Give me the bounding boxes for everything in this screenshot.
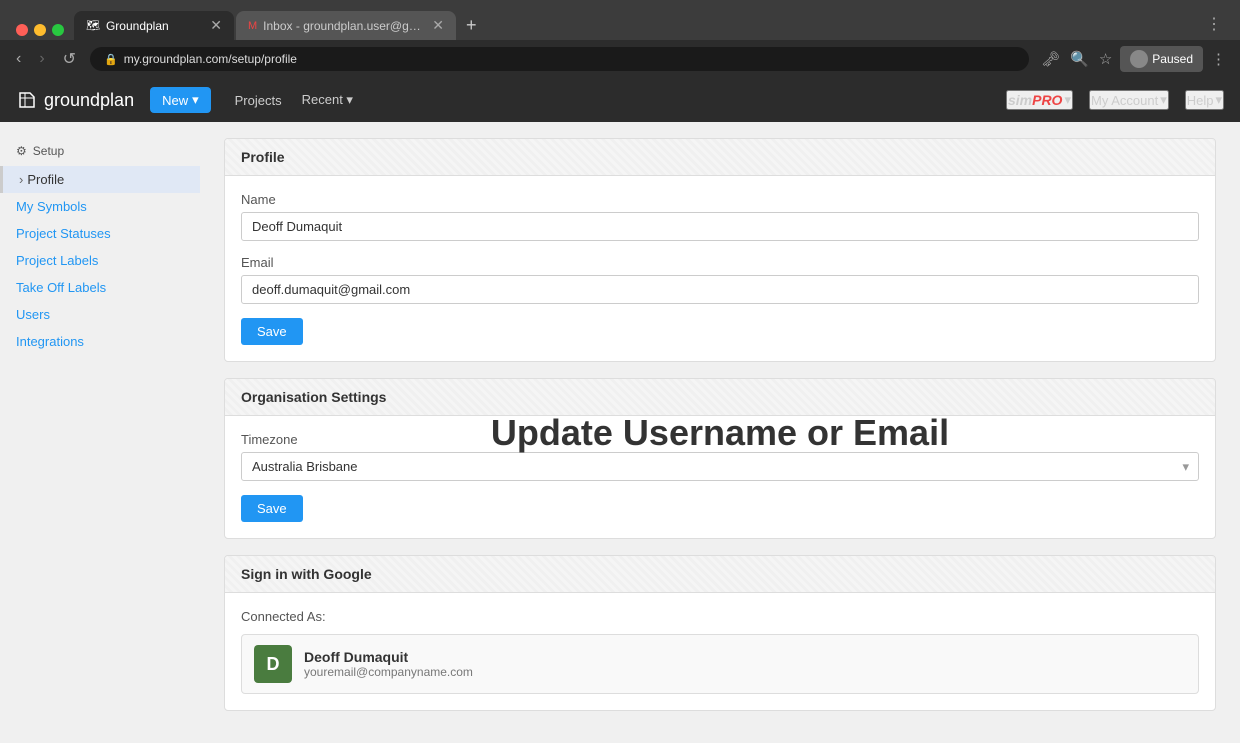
user-avatar-small bbox=[1130, 50, 1148, 68]
my-account-button[interactable]: My Account ▾ bbox=[1089, 90, 1169, 110]
sidebar-item-my-symbols[interactable]: My Symbols bbox=[0, 193, 200, 220]
name-input[interactable] bbox=[241, 212, 1199, 241]
help-label: Help bbox=[1187, 93, 1214, 108]
sidebar-item-label-my-symbols: My Symbols bbox=[16, 199, 87, 214]
tab-close-gmail[interactable]: ✕ bbox=[432, 17, 444, 34]
sidebar-item-label-project-labels: Project Labels bbox=[16, 253, 98, 268]
header-nav: Projects Recent ▾ bbox=[227, 87, 361, 113]
paused-label: Paused bbox=[1152, 52, 1193, 66]
google-card-header: Sign in with Google bbox=[225, 556, 1215, 593]
app-header: groundplan New ▾ Projects Recent ▾ simPR… bbox=[0, 78, 1240, 122]
org-card: Organisation Settings Timezone Australia… bbox=[224, 378, 1216, 539]
tab-close-groundplan[interactable]: ✕ bbox=[210, 17, 222, 34]
new-button-label: New bbox=[162, 93, 188, 108]
app-logo: groundplan bbox=[16, 89, 134, 111]
page-body: ⚙ Setup Profile My Symbols Project Statu… bbox=[0, 122, 1240, 743]
lock-icon: 🔒 bbox=[104, 53, 118, 66]
projects-nav-btn[interactable]: Projects bbox=[227, 87, 290, 113]
logo-icon bbox=[16, 89, 38, 111]
name-label: Name bbox=[241, 192, 1199, 207]
main-content: Update Username or Email Profile Name Em… bbox=[200, 122, 1240, 743]
simpro-chevron-icon: ▾ bbox=[1064, 92, 1071, 108]
help-chevron-icon: ▾ bbox=[1215, 92, 1222, 108]
sidebar-item-users[interactable]: Users bbox=[0, 301, 200, 328]
tab-gmail[interactable]: M Inbox - groundplan.user@gmai... ✕ bbox=[236, 11, 456, 40]
sidebar-item-label-integrations: Integrations bbox=[16, 334, 84, 349]
new-tab-button[interactable]: + bbox=[458, 11, 485, 40]
key-icon[interactable]: 🗝 bbox=[1039, 48, 1062, 70]
sidebar-section-label: Setup bbox=[33, 144, 64, 158]
my-account-chevron-icon: ▾ bbox=[1160, 92, 1167, 108]
address-text: my.groundplan.com/setup/profile bbox=[124, 52, 297, 66]
new-button[interactable]: New ▾ bbox=[150, 87, 211, 113]
address-bar: ‹ › ↺ 🔒 my.groundplan.com/setup/profile … bbox=[0, 40, 1240, 78]
my-account-label: My Account bbox=[1091, 93, 1158, 108]
profile-card: Profile Name Email Save bbox=[224, 138, 1216, 362]
tab-favicon-gmail: M bbox=[248, 20, 257, 32]
star-icon[interactable]: ☆ bbox=[1097, 48, 1114, 70]
window-maximize-btn[interactable] bbox=[52, 24, 64, 36]
recent-nav-btn[interactable]: Recent ▾ bbox=[294, 87, 361, 113]
refresh-button[interactable]: ↺ bbox=[59, 47, 80, 71]
google-user-name: Deoff Dumaquit bbox=[304, 649, 473, 665]
org-card-body: Timezone Australia Brisbane Australia Sy… bbox=[225, 416, 1215, 538]
profile-card-header: Profile bbox=[225, 139, 1215, 176]
browser-window: 🗺 Groundplan ✕ M Inbox - groundplan.user… bbox=[0, 0, 1240, 743]
address-input[interactable]: 🔒 my.groundplan.com/setup/profile bbox=[90, 47, 1029, 71]
sidebar-item-project-labels[interactable]: Project Labels bbox=[0, 247, 200, 274]
sidebar-item-label-project-statuses: Project Statuses bbox=[16, 226, 111, 241]
sidebar-item-project-statuses[interactable]: Project Statuses bbox=[0, 220, 200, 247]
browser-menu-icon: ⋮ bbox=[1196, 8, 1232, 40]
window-close-btn[interactable] bbox=[16, 24, 28, 36]
name-form-group: Name bbox=[241, 192, 1199, 241]
google-user-info: Deoff Dumaquit youremail@companyname.com bbox=[304, 649, 473, 679]
email-form-group: Email bbox=[241, 255, 1199, 304]
back-button[interactable]: ‹ bbox=[12, 48, 25, 70]
sidebar-section-title: ⚙ Setup bbox=[0, 138, 200, 166]
sidebar-item-take-off-labels[interactable]: Take Off Labels bbox=[0, 274, 200, 301]
google-card-body: Connected As: D Deoff Dumaquit youremail… bbox=[225, 593, 1215, 710]
tab-title-groundplan: Groundplan bbox=[106, 19, 204, 33]
profile-save-button[interactable]: Save bbox=[241, 318, 303, 345]
google-user-row: D Deoff Dumaquit youremail@companyname.c… bbox=[241, 634, 1199, 694]
connected-as-label: Connected As: bbox=[241, 609, 1199, 624]
simpro-label: simPRO bbox=[1008, 92, 1062, 108]
profile-card-body: Name Email Save bbox=[225, 176, 1215, 361]
header-right: simPRO ▾ My Account ▾ Help ▾ bbox=[1006, 90, 1224, 110]
google-user-email: youremail@companyname.com bbox=[304, 665, 473, 679]
tab-favicon: 🗺 bbox=[86, 19, 100, 32]
sidebar-item-label-take-off-labels: Take Off Labels bbox=[16, 280, 106, 295]
help-button[interactable]: Help ▾ bbox=[1185, 90, 1224, 110]
window-minimize-btn[interactable] bbox=[34, 24, 46, 36]
search-icon[interactable]: 🔍 bbox=[1068, 48, 1091, 70]
timezone-form-group: Timezone Australia Brisbane Australia Sy… bbox=[241, 432, 1199, 481]
timezone-label: Timezone bbox=[241, 432, 1199, 447]
sidebar-item-label-users: Users bbox=[16, 307, 50, 322]
new-chevron-icon: ▾ bbox=[192, 92, 199, 108]
simpro-button[interactable]: simPRO ▾ bbox=[1006, 90, 1073, 110]
tab-title-gmail: Inbox - groundplan.user@gmai... bbox=[263, 19, 426, 33]
timezone-select[interactable]: Australia Brisbane Australia Sydney Aust… bbox=[241, 452, 1199, 481]
paused-button[interactable]: Paused bbox=[1120, 46, 1203, 72]
google-avatar: D bbox=[254, 645, 292, 683]
sidebar: ⚙ Setup Profile My Symbols Project Statu… bbox=[0, 122, 200, 743]
browser-more-icon[interactable]: ⋮ bbox=[1209, 48, 1228, 70]
email-label: Email bbox=[241, 255, 1199, 270]
sidebar-item-integrations[interactable]: Integrations bbox=[0, 328, 200, 355]
forward-button[interactable]: › bbox=[35, 48, 48, 70]
sidebar-item-label-profile: Profile bbox=[27, 172, 64, 187]
logo-text: groundplan bbox=[44, 90, 134, 111]
sidebar-item-profile[interactable]: Profile bbox=[0, 166, 200, 193]
org-save-button[interactable]: Save bbox=[241, 495, 303, 522]
gear-icon: ⚙ bbox=[16, 144, 27, 158]
org-card-header: Organisation Settings bbox=[225, 379, 1215, 416]
tab-groundplan[interactable]: 🗺 Groundplan ✕ bbox=[74, 11, 234, 40]
tab-bar: 🗺 Groundplan ✕ M Inbox - groundplan.user… bbox=[0, 0, 1240, 40]
timezone-select-wrapper: Australia Brisbane Australia Sydney Aust… bbox=[241, 452, 1199, 481]
email-input[interactable] bbox=[241, 275, 1199, 304]
